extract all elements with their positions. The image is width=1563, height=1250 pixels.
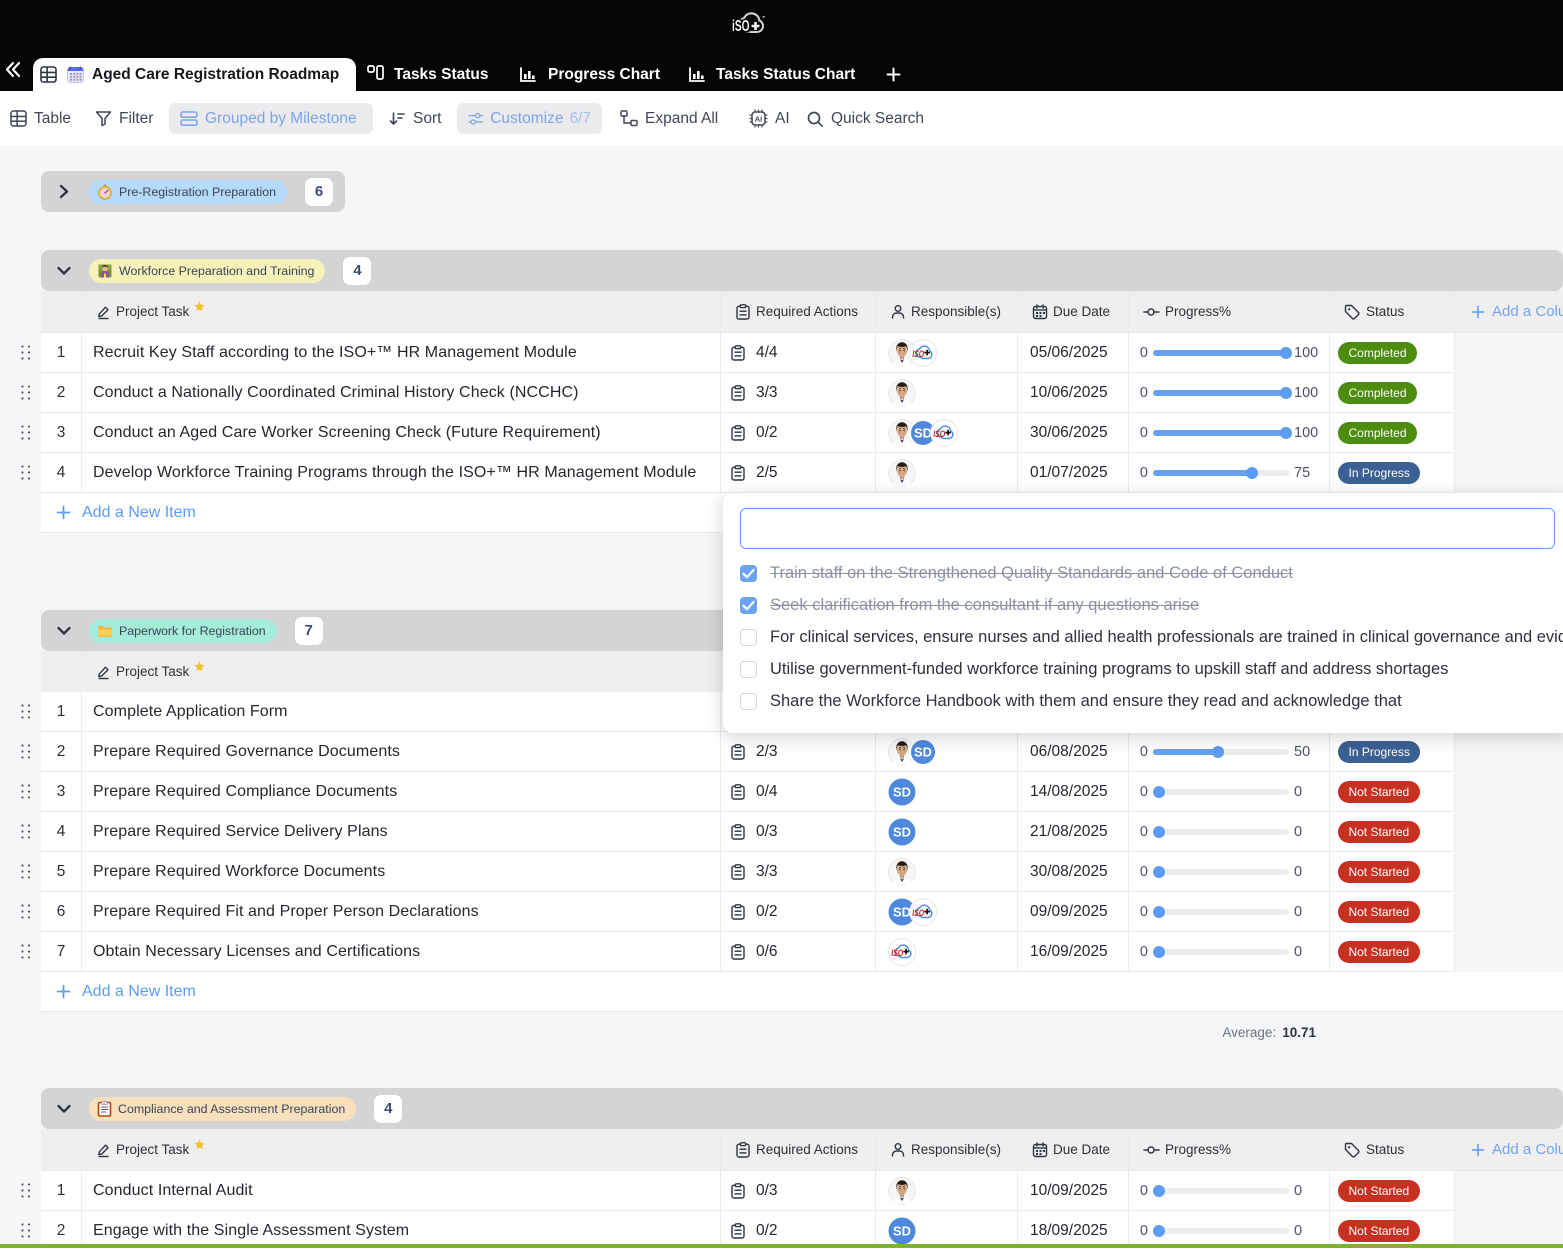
svg-text:SD: SD [914, 744, 932, 759]
svg-text:iSO: iSO [732, 18, 750, 35]
svg-text:SD: SD [893, 784, 911, 799]
svg-text:ISO: ISO [912, 349, 924, 360]
svg-text:ISO: ISO [912, 908, 924, 919]
svg-text:SD: SD [893, 824, 911, 839]
svg-text:ISO: ISO [933, 429, 945, 440]
svg-text:SD: SD [893, 1223, 911, 1238]
svg-text:ISO: ISO [891, 948, 903, 959]
svg-text:AI: AI [755, 115, 763, 124]
